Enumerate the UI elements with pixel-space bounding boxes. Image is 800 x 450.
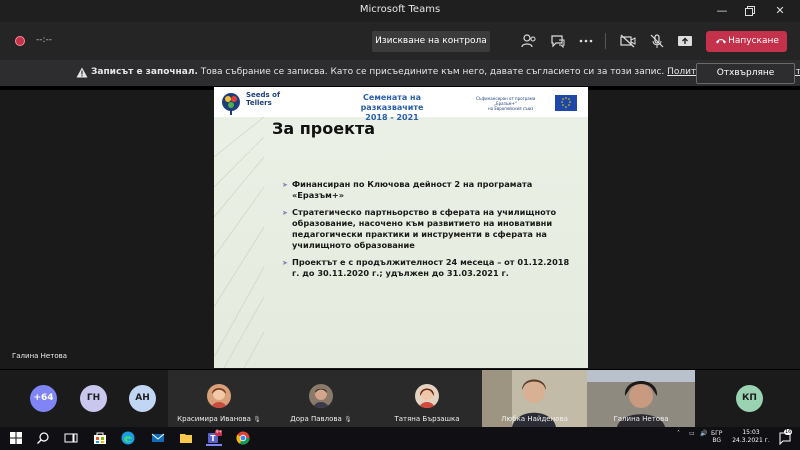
notifications-icon[interactable]: 16	[778, 429, 793, 446]
logo-text: Seeds of Tellers	[246, 91, 280, 107]
recording-indicator-icon	[15, 36, 25, 46]
slide-bullet: ➤ Проектът е с продължителност 24 месеца …	[282, 257, 576, 279]
shared-slide: Seeds of Tellers Семената на разказвачит…	[214, 87, 588, 368]
eu-flag-icon	[555, 95, 577, 111]
share-screen-icon[interactable]	[676, 32, 694, 50]
slide-title: За проекта	[272, 119, 376, 138]
teams-window: Microsoft Teams — ✕ --:-- Изискване на к…	[0, 0, 800, 450]
participant-name: Татяна Бързашка	[394, 415, 460, 423]
clock-time: 15:03	[742, 429, 760, 436]
participant-video-tile[interactable]: Любка Найденова	[482, 370, 587, 427]
recording-started-label: Записът е започнал.	[91, 67, 198, 77]
participant-avatar[interactable]: ГН	[80, 385, 107, 412]
recording-notice-bar: Записът е започнал. Това събрание се зап…	[0, 60, 800, 86]
camera-off-icon[interactable]	[619, 32, 637, 50]
bullet-text: Стратегическо партньорство в сферата на …	[292, 207, 557, 250]
window-title: Microsoft Teams	[359, 4, 441, 15]
close-icon[interactable]: ✕	[766, 0, 794, 22]
participant-strip: +64 ГН АН Красимира Иванова 🎙 Дора Павло…	[0, 370, 800, 427]
avatar	[309, 384, 333, 408]
request-control-button[interactable]: Изискване на контрола	[372, 31, 490, 52]
language-top: БГР	[711, 430, 723, 437]
presenter-name: Галина Нетова	[12, 352, 68, 360]
recording-notice-text: Записът е започнал. Това събрание се зап…	[91, 67, 800, 77]
mic-off-icon[interactable]	[648, 32, 666, 50]
participant-name: Любка Найденова	[501, 415, 568, 423]
chrome-icon[interactable]	[235, 430, 251, 446]
avatar	[207, 384, 231, 408]
volume-icon[interactable]: 🔊	[700, 430, 707, 437]
task-view-icon[interactable]	[63, 430, 79, 446]
meeting-toolbar: --:-- Изискване на контрола Напускане	[0, 22, 800, 60]
participant-name: Красимира Иванова 🎙	[177, 415, 261, 423]
notification-count: 16	[784, 429, 793, 435]
slide-bullet-list: ➤ Финансиран по Ключова дейност 2 на прог…	[282, 179, 576, 285]
logo-line1: Seeds of	[246, 91, 281, 99]
teams-badge: 9+	[216, 429, 222, 434]
edge-icon[interactable]	[120, 430, 136, 446]
eu-line3: на Европейския съюз	[488, 106, 534, 111]
system-clock[interactable]: 15:03 24.3.2021 г.	[729, 429, 773, 445]
slide-header: Seeds of Tellers Семената на разказвачит…	[214, 87, 588, 122]
leave-label: Напускане	[728, 36, 779, 46]
participant-tile[interactable]: Дора Павлова 🎙	[270, 370, 372, 427]
participant-video-tile[interactable]: Галина Нетова	[587, 370, 695, 427]
participants-icon[interactable]	[520, 32, 538, 50]
recording-notice-message: Това събрание се записва. Като се присъе…	[197, 67, 668, 77]
participant-avatar[interactable]: АН	[129, 385, 156, 412]
mail-icon[interactable]	[150, 430, 166, 446]
slide-bullet: ➤ Стратегическо партньорство в сферата на…	[282, 207, 576, 251]
avatar	[415, 384, 439, 408]
chat-icon[interactable]	[549, 32, 567, 50]
teams-taskbar-icon[interactable]: T 9+	[206, 429, 223, 446]
logo-line2: Tellers	[246, 99, 272, 107]
dismiss-button[interactable]: Отхвърляне	[696, 63, 795, 84]
more-actions-icon[interactable]	[577, 32, 595, 50]
tray-chevron-icon[interactable]: ˄	[677, 430, 680, 437]
slide-bullet: ➤ Финансиран по Ключова дейност 2 на прог…	[282, 179, 576, 201]
bullet-text: Проектът е с продължителност 24 месеца –…	[292, 257, 570, 278]
participant-tile[interactable]: Татяна Бързашка	[372, 370, 482, 427]
svg-text:T: T	[210, 434, 216, 443]
store-icon[interactable]	[92, 430, 108, 446]
header-line1: Семената на разказвачите	[360, 93, 424, 112]
clock-date: 24.3.2021 г.	[732, 437, 770, 444]
participant-name: Галина Нетова	[613, 415, 669, 423]
hang-up-icon	[714, 31, 728, 52]
leave-button[interactable]: Напускане	[706, 31, 787, 52]
windows-taskbar: T 9+ ˄ ▭ 🔊 БГР BG 15:03 24.3.2021 г. 16	[0, 427, 800, 450]
mic-off-icon: 🎙	[253, 416, 261, 423]
participant-avatar[interactable]: КП	[736, 385, 763, 412]
participant-tile[interactable]: Красимира Иванова 🎙	[168, 370, 270, 427]
slide-decoration	[214, 117, 264, 368]
language-indicator[interactable]: БГР BG	[711, 430, 722, 444]
bullet-arrow-icon: ➤	[282, 259, 288, 267]
network-icon[interactable]: ▭	[689, 430, 695, 437]
more-participants-badge[interactable]: +64	[30, 385, 57, 412]
toolbar-divider	[605, 33, 606, 49]
restore-icon[interactable]	[736, 0, 764, 22]
participant-name: Дора Павлова 🎙	[290, 415, 352, 423]
windows-start-icon[interactable]	[8, 430, 24, 446]
title-bar: Microsoft Teams — ✕	[0, 0, 800, 22]
minimize-icon[interactable]: —	[708, 0, 736, 22]
main-stage: Seeds of Tellers Семената на разказвачит…	[0, 86, 800, 370]
language-bottom: BG	[712, 437, 722, 444]
bullet-arrow-icon: ➤	[282, 209, 288, 217]
file-explorer-icon[interactable]	[178, 430, 194, 446]
search-icon[interactable]	[35, 430, 51, 446]
warning-icon	[76, 67, 88, 78]
bullet-text: Финансиран по Ключова дейност 2 на прогр…	[292, 179, 533, 200]
meeting-timer: --:--	[36, 35, 53, 45]
mic-off-icon: 🎙	[344, 416, 352, 423]
eu-cofunding-text: Съфинансиран от програма „Еразъм+“ на Ев…	[476, 96, 535, 111]
bullet-arrow-icon: ➤	[282, 181, 288, 189]
